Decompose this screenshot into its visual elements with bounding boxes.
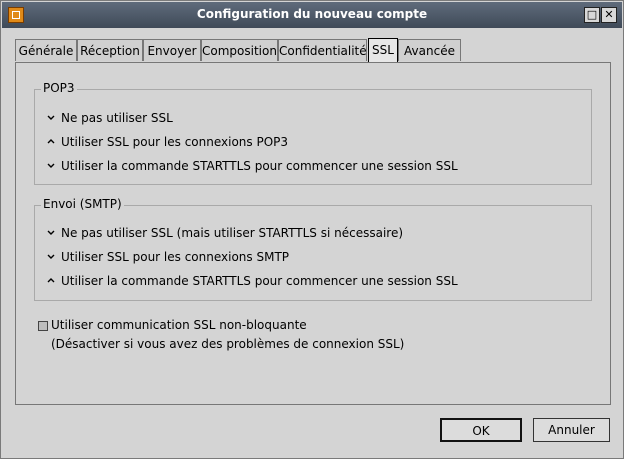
tab-ssl[interactable]: SSL — [368, 38, 398, 62]
radio-off-icon — [47, 252, 55, 260]
pop3-radio-no-ssl-label: Ne pas utiliser SSL — [61, 111, 173, 125]
radio-off-icon — [47, 161, 55, 169]
tab-avancee[interactable]: Avancée — [398, 39, 461, 61]
tab-confidentialite[interactable]: Confidentialité — [278, 39, 367, 61]
ok-button[interactable]: OK — [440, 418, 522, 442]
maximize-button[interactable]: □ — [584, 7, 600, 23]
window-title: Configuration du nouveau compte — [196, 7, 428, 21]
cancel-button[interactable]: Annuler — [533, 418, 610, 442]
radio-on-icon — [47, 137, 55, 145]
smtp-group: Envoi (SMTP) Ne pas utiliser SSL (mais u… — [34, 197, 592, 301]
ssl-panel: POP3 Ne pas utiliser SSL Utiliser SSL po… — [15, 62, 611, 405]
pop3-radio-starttls-label: Utiliser la commande STARTTLS pour comme… — [61, 159, 458, 173]
tab-reception[interactable]: Réception — [77, 39, 143, 61]
nonblocking-hint: (Désactiver si vous avez des problèmes d… — [51, 337, 405, 351]
dialog-window: Configuration du nouveau compte □ ✕ Géné… — [0, 0, 624, 459]
checkbox-icon[interactable] — [38, 321, 48, 331]
tab-composition[interactable]: Composition — [201, 39, 278, 61]
pop3-legend: POP3 — [41, 81, 77, 95]
smtp-radio-starttls-label: Utiliser la commande STARTTLS pour comme… — [61, 274, 458, 288]
nonblocking-label: Utiliser communication SSL non-bloquante — [51, 318, 307, 332]
smtp-radio-no-ssl-label: Ne pas utiliser SSL (mais utiliser START… — [61, 226, 404, 240]
tab-envoyer[interactable]: Envoyer — [143, 39, 201, 61]
pop3-group: POP3 Ne pas utiliser SSL Utiliser SSL po… — [34, 81, 592, 185]
smtp-legend: Envoi (SMTP) — [41, 197, 124, 211]
radio-on-icon — [47, 276, 55, 284]
title-bar[interactable]: Configuration du nouveau compte □ ✕ — [2, 2, 622, 28]
radio-off-icon — [47, 113, 55, 121]
pop3-radio-ssl-label: Utiliser SSL pour les connexions POP3 — [61, 135, 289, 149]
tab-generale[interactable]: Générale — [15, 39, 77, 61]
smtp-radio-ssl-label: Utiliser SSL pour les connexions SMTP — [61, 250, 290, 264]
close-button[interactable]: ✕ — [601, 7, 617, 23]
radio-off-icon — [47, 228, 55, 236]
